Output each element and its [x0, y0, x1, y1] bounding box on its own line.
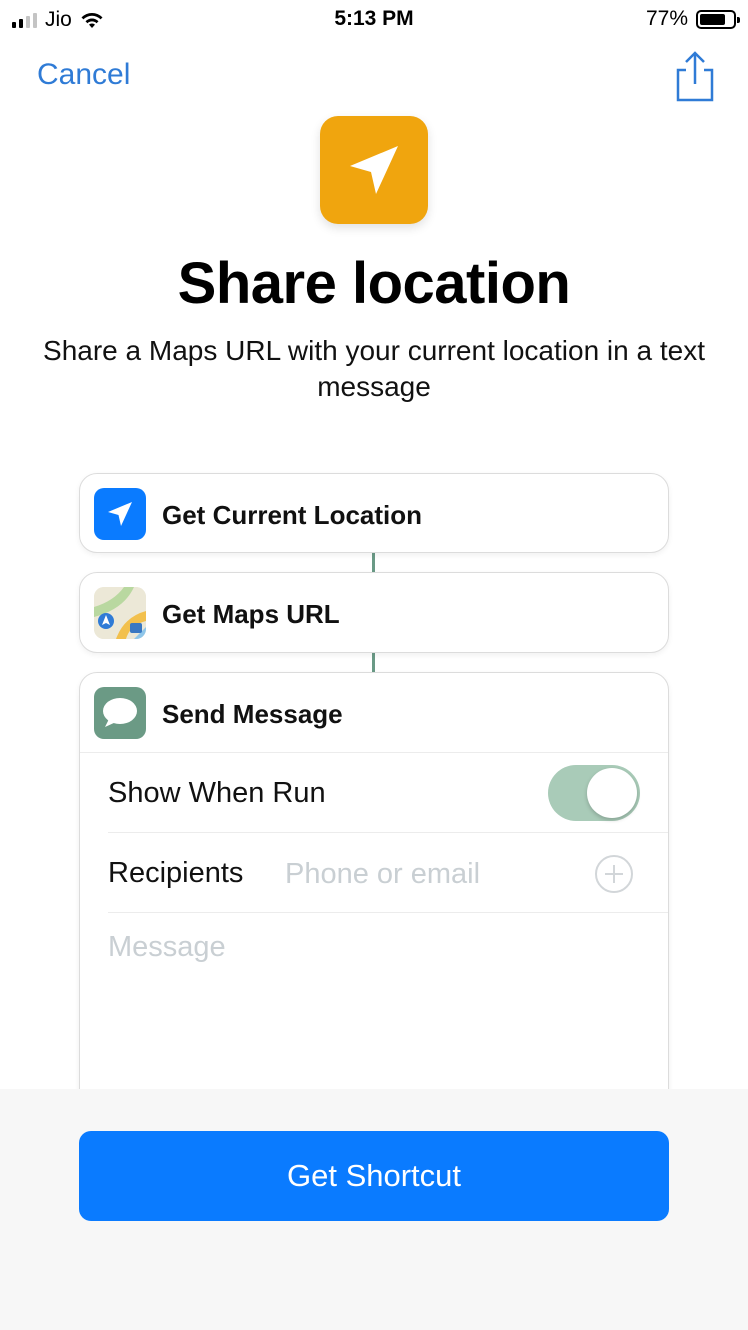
location-arrow-icon	[350, 146, 398, 194]
status-right: 77%	[645, 7, 740, 31]
speech-bubble-icon	[103, 698, 137, 727]
action-card-get-current-location[interactable]: Get Current Location	[79, 473, 669, 553]
share-button[interactable]	[672, 50, 718, 104]
recipients-input[interactable]: Phone or email	[285, 858, 480, 891]
location-arrow-icon	[108, 502, 132, 526]
add-recipient-button[interactable]	[595, 855, 633, 893]
action-label: Get Maps URL	[162, 599, 340, 629]
action-connector	[372, 653, 375, 672]
divider	[108, 912, 668, 913]
show-when-run-toggle[interactable]	[548, 765, 640, 821]
action-label: Send Message	[162, 699, 343, 729]
action-label: Get Current Location	[162, 500, 423, 530]
toggle-knob	[587, 768, 637, 818]
action-icon	[94, 488, 146, 540]
cancel-button[interactable]: Cancel	[37, 58, 130, 92]
recipients-label: Recipients	[108, 857, 244, 889]
shortcut-app-icon	[320, 116, 428, 224]
page-subtitle: Share a Maps URL with your current locat…	[43, 335, 705, 402]
message-input[interactable]: Message	[108, 931, 226, 964]
battery-icon	[696, 9, 740, 29]
get-shortcut-button[interactable]: Get Shortcut	[79, 1131, 669, 1221]
divider	[108, 832, 668, 833]
status-bar: Jio 5:13 PM 77%	[0, 0, 748, 40]
messages-icon	[94, 687, 146, 739]
maps-icon	[94, 587, 146, 639]
maps-graphic	[94, 587, 146, 639]
action-card-send-message: Send Message	[79, 672, 669, 1112]
show-when-run-label: Show When Run	[108, 777, 326, 809]
action-card-get-maps-url[interactable]: Get Maps URL	[79, 572, 669, 653]
status-time: 5:13 PM	[334, 7, 414, 30]
page-title: Share location	[177, 251, 571, 316]
share-icon	[676, 51, 714, 102]
battery-level-fill	[700, 13, 725, 25]
action-connector	[372, 553, 375, 572]
divider	[80, 752, 668, 753]
shortcut-detail-screen: Jio 5:13 PM 77% Cancel Share location Sh…	[0, 0, 748, 1330]
battery-percent: 77%	[645, 7, 688, 30]
